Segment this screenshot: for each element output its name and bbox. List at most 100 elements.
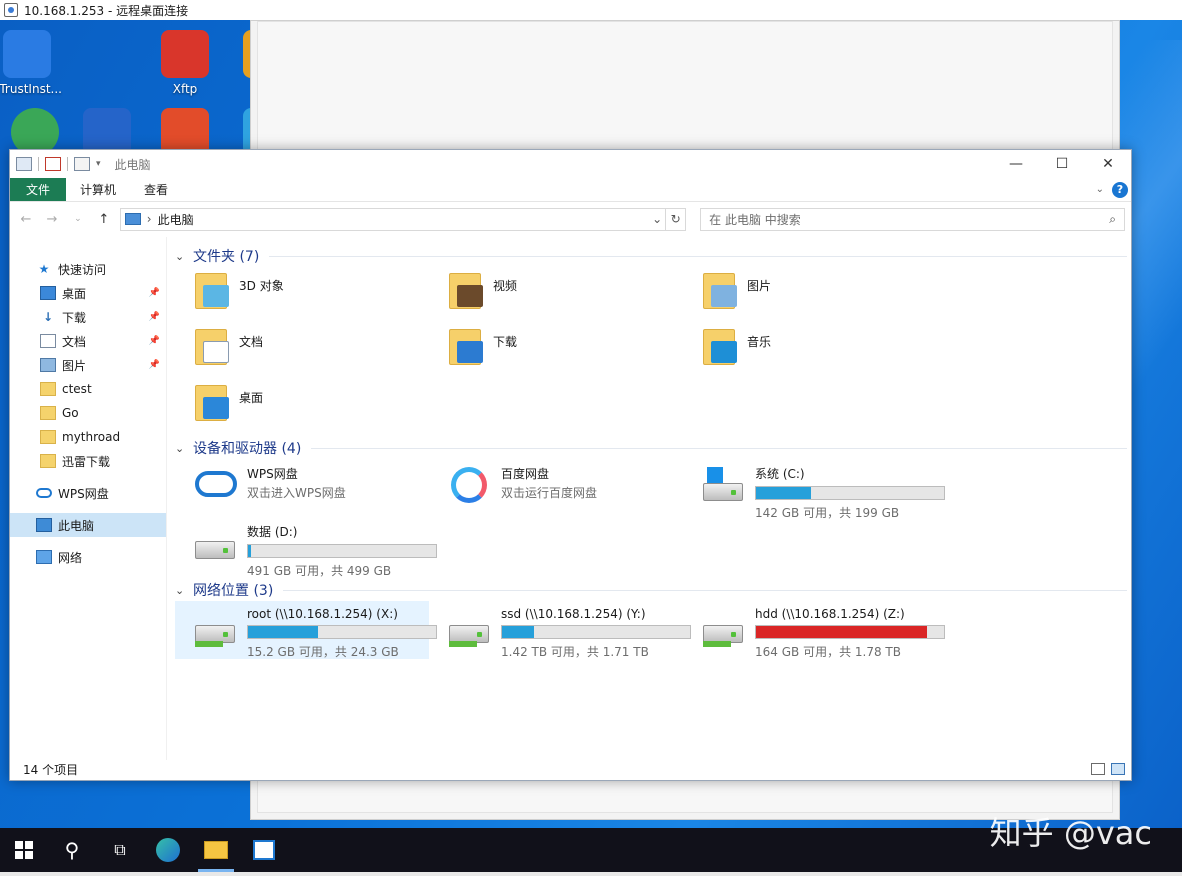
capacity-bar bbox=[755, 486, 945, 500]
device-tile[interactable]: 数据 (D:) 491 GB 可用，共 499 GB bbox=[175, 517, 437, 578]
file-explorer-taskbar-button[interactable] bbox=[192, 828, 240, 872]
store-button[interactable] bbox=[240, 828, 288, 872]
folder-icon bbox=[701, 271, 737, 311]
new-folder-icon[interactable] bbox=[74, 157, 90, 171]
folder-name: 文档 bbox=[239, 335, 264, 349]
sidebar-item-label: ctest bbox=[62, 382, 92, 396]
network-drive-tile[interactable]: root (\\10.168.1.254) (X:) 15.2 GB 可用，共 2… bbox=[175, 601, 437, 659]
sidebar-item-label: 迅雷下载 bbox=[62, 454, 111, 469]
chevron-down-icon[interactable]: ⌄ bbox=[175, 442, 187, 455]
nav-network[interactable]: 网络 bbox=[10, 545, 166, 569]
sidebar-item[interactable]: 迅雷下载 bbox=[10, 449, 166, 473]
customize-dropdown-icon[interactable]: ▾ bbox=[96, 159, 101, 169]
search-icon: ⚲ bbox=[64, 838, 80, 862]
pin-icon[interactable]: 📌 bbox=[149, 288, 160, 298]
pc-icon bbox=[36, 518, 52, 532]
search-input[interactable]: 在 此电脑 中搜索 ⌕ bbox=[700, 207, 1125, 231]
tab-file[interactable]: 文件 bbox=[10, 178, 67, 201]
group-title: 文件夹 (7) bbox=[193, 249, 260, 265]
folder-tile[interactable]: 3D 对象 bbox=[175, 267, 429, 323]
folder-icon bbox=[40, 454, 56, 468]
drive-name: ssd (\\10.168.1.254) (Y:) bbox=[501, 607, 646, 621]
up-button[interactable]: ↑ bbox=[94, 212, 114, 227]
large-icons-view-icon[interactable] bbox=[1111, 763, 1125, 775]
drive-subtitle: 15.2 GB 可用，共 24.3 GB bbox=[247, 645, 399, 659]
capacity-bar bbox=[247, 625, 437, 639]
device-tile[interactable]: WPS网盘 双击进入WPS网盘 bbox=[175, 459, 429, 517]
group-network[interactable]: ⌄ 网络位置 (3) bbox=[175, 579, 1131, 601]
recent-locations-icon[interactable]: ⌄ bbox=[68, 214, 88, 224]
close-button[interactable]: ✕ bbox=[1085, 150, 1131, 178]
pin-icon[interactable]: 📌 bbox=[149, 336, 160, 346]
properties-icon[interactable] bbox=[45, 157, 61, 171]
window-title: 此电脑 bbox=[114, 157, 151, 172]
minimize-button[interactable]: — bbox=[993, 150, 1039, 178]
folder-tile[interactable]: 桌面 bbox=[175, 379, 429, 435]
ribbon-tabs: 文件 计算机 查看 ⌄ ? bbox=[10, 178, 1131, 202]
folder-tile[interactable]: 视频 bbox=[429, 267, 683, 323]
task-view-icon: ⧉ bbox=[114, 840, 126, 859]
pin-icon[interactable]: 📌 bbox=[149, 312, 160, 322]
desktop-shortcut[interactable]: aTrustInst... bbox=[0, 30, 62, 96]
folder-tile[interactable]: 音乐 bbox=[683, 323, 937, 379]
refresh-button[interactable]: ↻ bbox=[666, 207, 687, 231]
device-tile[interactable]: 百度网盘 双击运行百度网盘 bbox=[429, 459, 683, 517]
chevron-down-icon[interactable]: ⌄ bbox=[175, 584, 187, 597]
nav-label: 快速访问 bbox=[58, 262, 107, 277]
sidebar-item[interactable]: ↓ 下载 📌 bbox=[10, 305, 166, 329]
drive-subtitle: 142 GB 可用，共 199 GB bbox=[755, 506, 900, 520]
network-drive-icon bbox=[447, 605, 491, 649]
group-title: 设备和驱动器 (4) bbox=[193, 441, 302, 457]
folder-tile[interactable]: 图片 bbox=[683, 267, 937, 323]
edge-button[interactable] bbox=[144, 828, 192, 872]
network-drive-tile[interactable]: hdd (\\10.168.1.254) (Z:) 164 GB 可用，共 1.7… bbox=[683, 601, 945, 659]
windows-icon bbox=[15, 841, 33, 859]
sidebar-item[interactable]: ctest bbox=[10, 377, 166, 401]
maximize-button[interactable]: ☐ bbox=[1039, 150, 1085, 178]
search-icon[interactable]: ⌕ bbox=[1109, 212, 1116, 227]
forward-button[interactable]: → bbox=[42, 212, 62, 227]
tab-view[interactable]: 查看 bbox=[130, 178, 182, 201]
expand-ribbon-icon[interactable]: ⌄ bbox=[1096, 184, 1104, 195]
start-button[interactable] bbox=[0, 828, 48, 872]
nav-wps-drive[interactable]: WPS网盘 bbox=[10, 481, 166, 505]
cloud-icon bbox=[193, 463, 237, 507]
details-view-icon[interactable] bbox=[1091, 763, 1105, 775]
nav-quick-access[interactable]: ★ 快速访问 bbox=[10, 257, 166, 281]
sidebar-item[interactable]: 桌面 📌 bbox=[10, 281, 166, 305]
sidebar-item[interactable]: 文档 📌 bbox=[10, 329, 166, 353]
drive-subtitle: 1.42 TB 可用，共 1.71 TB bbox=[501, 645, 649, 659]
pin-icon[interactable]: 📌 bbox=[149, 360, 160, 370]
drive-icon bbox=[193, 521, 237, 565]
sidebar-item[interactable]: 图片 📌 bbox=[10, 353, 166, 377]
sidebar-item[interactable]: Go bbox=[10, 401, 166, 425]
device-tile[interactable]: 系统 (C:) 142 GB 可用，共 199 GB bbox=[683, 459, 945, 520]
folder-name: 下载 bbox=[493, 335, 518, 349]
breadcrumb-separator-icon[interactable]: › bbox=[147, 212, 152, 226]
task-view-button[interactable]: ⧉ bbox=[96, 828, 144, 872]
address-bar[interactable]: › 此电脑 ⌄ bbox=[119, 207, 667, 231]
search-button[interactable]: ⚲ bbox=[48, 828, 96, 872]
network-drive-tile[interactable]: ssd (\\10.168.1.254) (Y:) 1.42 TB 可用，共 1.… bbox=[429, 601, 691, 659]
address-dropdown-icon[interactable]: ⌄ bbox=[649, 212, 665, 226]
folder-tile[interactable]: 文档 bbox=[175, 323, 429, 379]
folder-tile[interactable]: 下载 bbox=[429, 323, 683, 379]
pc-icon[interactable] bbox=[16, 157, 32, 171]
folder-name: 音乐 bbox=[747, 335, 772, 349]
file-explorer-window: ▾ 此电脑 — ☐ ✕ 文件 计算机 查看 ⌄ ? ← → ⌄ ↑ › 此电脑 … bbox=[9, 149, 1132, 781]
nav-label: 网络 bbox=[58, 550, 83, 565]
group-folders[interactable]: ⌄ 文件夹 (7) bbox=[175, 245, 1131, 267]
back-button[interactable]: ← bbox=[16, 212, 36, 227]
help-icon[interactable]: ? bbox=[1112, 181, 1128, 198]
group-title: 网络位置 (3) bbox=[193, 583, 274, 599]
desktop-shortcut[interactable]: Xftp bbox=[150, 30, 220, 96]
folder-icon bbox=[193, 271, 229, 311]
tab-computer[interactable]: 计算机 bbox=[66, 178, 130, 201]
sidebar-item-label: Go bbox=[62, 406, 79, 420]
group-devices[interactable]: ⌄ 设备和驱动器 (4) bbox=[175, 437, 1131, 459]
breadcrumb[interactable]: 此电脑 bbox=[158, 211, 194, 228]
chevron-down-icon[interactable]: ⌄ bbox=[175, 250, 187, 263]
capacity-bar bbox=[755, 625, 945, 639]
sidebar-item[interactable]: mythroad bbox=[10, 425, 166, 449]
nav-this-pc[interactable]: 此电脑 bbox=[10, 513, 166, 537]
